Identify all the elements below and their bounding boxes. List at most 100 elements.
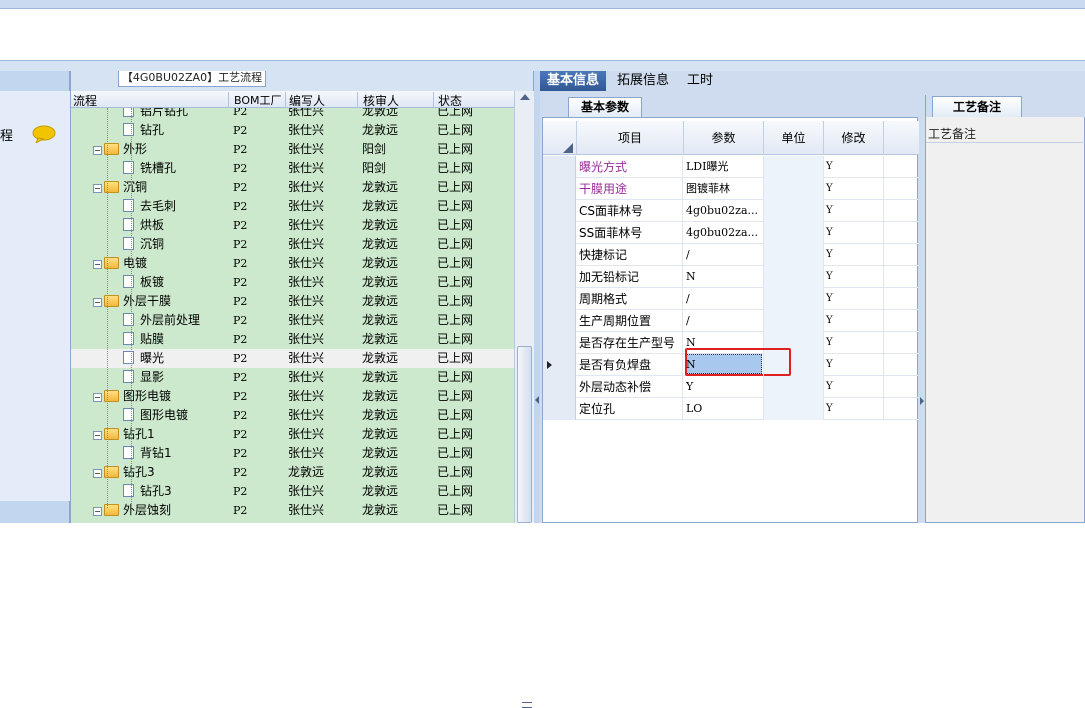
tree-row[interactable]: − 外层干膜 P2 张仕兴 龙敦远 已上网 (71, 292, 514, 311)
param-value[interactable]: 图镀菲林 (684, 178, 764, 200)
subtab-basic-params[interactable]: 基本参数 (568, 97, 642, 117)
param-row[interactable]: 曝光方式 LDI曝光 Y (543, 156, 919, 178)
tree-node[interactable]: 曝光 (123, 349, 164, 368)
param-value[interactable]: 4g0bu02za... (684, 222, 764, 244)
collapse-toggle-icon[interactable]: − (93, 184, 102, 193)
param-modify[interactable]: Y (824, 200, 884, 222)
tree-col-flow[interactable]: 流程 (71, 92, 229, 108)
tree-row[interactable]: − 图形电镀 P2 张仕兴 龙敦远 已上网 (71, 387, 514, 406)
tree-node[interactable]: 钻孔 (123, 121, 164, 140)
param-modify[interactable]: Y (824, 310, 884, 332)
collapse-toggle-icon[interactable]: − (93, 393, 102, 402)
collapse-right-icon[interactable] (920, 397, 924, 405)
tree-row[interactable]: 钻孔3 P2 张仕兴 龙敦远 已上网 (71, 482, 514, 501)
param-row[interactable]: 周期格式 / Y (543, 288, 919, 310)
collapse-toggle-icon[interactable]: − (93, 260, 102, 269)
param-row[interactable]: SS面菲林号 4g0bu02za... Y (543, 222, 919, 244)
row-indicator[interactable] (543, 310, 576, 332)
param-unit[interactable] (764, 156, 824, 178)
tree-row[interactable]: − 沉铜 P2 张仕兴 龙敦远 已上网 (71, 178, 514, 197)
tree-row[interactable]: 曝光 P2 张仕兴 龙敦远 已上网 (71, 349, 514, 368)
row-indicator[interactable] (543, 266, 576, 288)
tree-row[interactable]: 铣槽孔 P2 张仕兴 阳剑 已上网 (71, 159, 514, 178)
row-indicator[interactable] (543, 354, 576, 376)
grid-col-modify[interactable]: 修改 (824, 121, 884, 155)
collapse-toggle-icon[interactable]: − (93, 146, 102, 155)
param-row[interactable]: 定位孔 LO Y (543, 398, 919, 420)
tree-row[interactable]: − 外形 P2 张仕兴 阳剑 已上网 (71, 140, 514, 159)
tab-extended-info[interactable]: 拓展信息 (610, 71, 676, 91)
param-unit[interactable] (764, 288, 824, 310)
row-indicator[interactable] (543, 200, 576, 222)
param-unit[interactable] (764, 376, 824, 398)
tree-row[interactable]: − 外层蚀刻 P2 张仕兴 龙敦远 已上网 (71, 501, 514, 520)
tree-col-reviewer[interactable]: 核审人 (361, 92, 434, 108)
param-unit[interactable] (764, 244, 824, 266)
tree-node[interactable]: − 电镀 (93, 254, 147, 273)
param-modify[interactable]: Y (824, 354, 884, 376)
tree-node[interactable]: 板镀 (123, 273, 164, 292)
param-unit[interactable] (764, 222, 824, 244)
tree-row[interactable]: 钻孔 P2 张仕兴 龙敦远 已上网 (71, 121, 514, 140)
collapse-toggle-icon[interactable]: − (93, 469, 102, 478)
tree-node[interactable]: − 图形电镀 (93, 387, 171, 406)
param-unit[interactable] (764, 178, 824, 200)
param-modify[interactable]: Y (824, 244, 884, 266)
row-indicator[interactable] (543, 222, 576, 244)
param-row[interactable]: 是否有负焊盘 N Y (543, 354, 919, 376)
tree-row[interactable]: 显影 P2 张仕兴 龙敦远 已上网 (71, 368, 514, 387)
param-unit[interactable] (764, 310, 824, 332)
scroll-up-arrow-icon[interactable] (520, 94, 530, 100)
param-value[interactable]: LO (684, 398, 764, 420)
param-row[interactable]: 外层动态补偿 Y Y (543, 376, 919, 398)
grid-col-value[interactable]: 参数 (684, 121, 764, 155)
param-modify[interactable]: Y (824, 332, 884, 354)
tree-row[interactable]: 板镀 P2 张仕兴 龙敦远 已上网 (71, 273, 514, 292)
collapse-toggle-icon[interactable]: − (93, 507, 102, 516)
param-modify[interactable]: Y (824, 288, 884, 310)
param-value[interactable]: / (684, 310, 764, 332)
param-row[interactable]: CS面菲林号 4g0bu02za... Y (543, 200, 919, 222)
scroll-thumb[interactable] (517, 346, 532, 708)
tree-node[interactable]: 烘板 (123, 216, 164, 235)
param-row[interactable]: 快捷标记 / Y (543, 244, 919, 266)
param-row[interactable]: 加无铅标记 N Y (543, 266, 919, 288)
tree-node[interactable]: − 外形 (93, 140, 147, 159)
chat-bubble-icon[interactable] (32, 125, 56, 143)
param-unit[interactable] (764, 398, 824, 420)
param-modify[interactable]: Y (824, 266, 884, 288)
grid-col-unit[interactable]: 单位 (764, 121, 824, 155)
tree-row[interactable]: 背钻1 P2 张仕兴 龙敦远 已上网 (71, 444, 514, 463)
tree-node[interactable]: − 外层干膜 (93, 292, 171, 311)
tree-node[interactable]: − 钻孔1 (93, 425, 155, 444)
tree-row[interactable]: 贴膜 P2 张仕兴 龙敦远 已上网 (71, 330, 514, 349)
param-value[interactable]: Y (684, 376, 764, 398)
tree-row[interactable]: 烘板 P2 张仕兴 龙敦远 已上网 (71, 216, 514, 235)
grid-col-item[interactable]: 项目 (577, 121, 684, 155)
param-modify[interactable]: Y (824, 376, 884, 398)
tree-node[interactable]: 图形电镀 (123, 406, 188, 425)
tree-col-status[interactable]: 状态 (436, 92, 514, 108)
tree-node[interactable]: − 钻孔3 (93, 463, 155, 482)
row-indicator[interactable] (543, 376, 576, 398)
tab-work-hours[interactable]: 工时 (680, 71, 720, 91)
tree-row[interactable]: 沉铜 P2 张仕兴 龙敦远 已上网 (71, 235, 514, 254)
tree-node[interactable]: 沉铜 (123, 235, 164, 254)
collapse-toggle-icon[interactable]: − (93, 298, 102, 307)
tree-node[interactable]: − 沉铜 (93, 178, 147, 197)
param-modify[interactable]: Y (824, 222, 884, 244)
row-indicator[interactable] (543, 398, 576, 420)
tree-row[interactable]: 铝片钻孔 P2 张仕兴 龙敦远 已上网 (71, 108, 514, 121)
param-row[interactable]: 生产周期位置 / Y (543, 310, 919, 332)
param-row[interactable]: 干膜用途 图镀菲林 Y (543, 178, 919, 200)
param-value[interactable]: N (684, 354, 764, 376)
param-value[interactable]: N (684, 266, 764, 288)
param-unit[interactable] (764, 266, 824, 288)
tree-node[interactable]: 外层前处理 (123, 311, 200, 330)
tab-basic-info[interactable]: 基本信息 (540, 71, 607, 91)
tab-process-remark[interactable]: 工艺备注 (932, 96, 1022, 117)
tree-row[interactable]: − 钻孔1 P2 张仕兴 龙敦远 已上网 (71, 425, 514, 444)
tree-row[interactable]: 去毛刺 P2 张仕兴 龙敦远 已上网 (71, 197, 514, 216)
param-modify[interactable]: Y (824, 398, 884, 420)
tree-row[interactable]: − 钻孔3 P2 龙敦远 龙敦远 已上网 (71, 463, 514, 482)
